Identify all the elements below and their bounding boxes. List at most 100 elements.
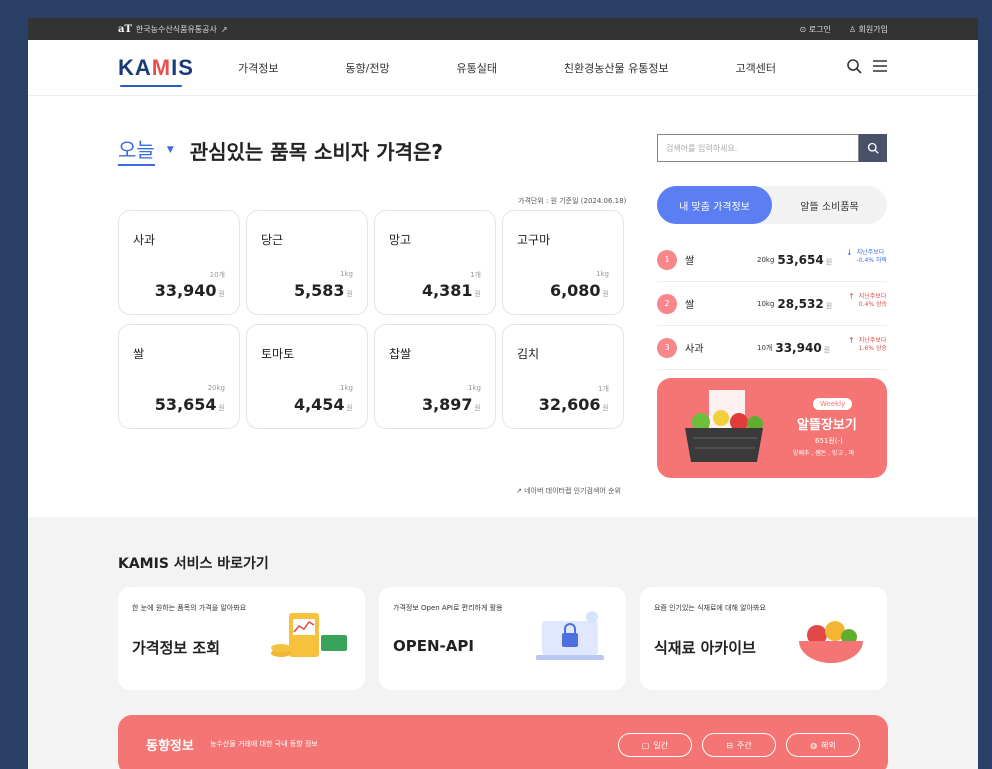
trend-daily-button[interactable]: ▢ 일간	[618, 733, 692, 757]
headline-text: 관심있는 품목 소비자 가격은?	[189, 139, 444, 164]
price-card[interactable]: 당근 1kg 5,583 원	[246, 210, 368, 315]
rank-item-name: 사과	[685, 344, 704, 355]
price-card[interactable]: 쌀 20kg 53,654 원	[118, 324, 240, 429]
service-card-openapi[interactable]: 가격정보 Open API로 편리하게 활용 OPEN-API	[379, 587, 626, 690]
currency-label: 원	[602, 290, 609, 298]
price-value: 32,606	[538, 395, 601, 414]
item-name: 고구마	[517, 233, 551, 247]
tab-my-price[interactable]: 내 맞춤 가격정보	[657, 186, 772, 224]
currency-label: 원	[346, 290, 353, 298]
menu-distribution[interactable]: 유통실태	[456, 60, 496, 76]
main-nav: KAMIS 가격정보 동향/전망 유통실태 친환경농산물 유통정보 고객센터	[28, 40, 978, 96]
globe-icon: ◍	[810, 740, 818, 750]
price-card[interactable]: 고구마 1kg 6,080 원	[502, 210, 624, 315]
trend-weekly-button[interactable]: ⊟ 주간	[702, 733, 776, 757]
service-name: 가격정보 조회	[132, 639, 221, 657]
price-change: ↑ 지난주보다 0.4% 상승	[848, 293, 887, 309]
rank-number: 3	[657, 337, 677, 358]
rank-item-name: 쌀	[685, 300, 695, 311]
naver-note-text: 네이버 데이터랩 인기검색어 순위	[524, 487, 621, 495]
rank-item[interactable]: 2 쌀 10kg 28,532 원 ↑ 지난주보다 0.4% 상승	[657, 282, 887, 326]
price-tabs: 내 맞춤 가격정보 알뜰 소비품목	[657, 186, 887, 224]
change-label: 지난주보다	[858, 293, 887, 300]
hamburger-menu-icon[interactable]	[872, 58, 888, 78]
item-name: 김치	[517, 347, 540, 361]
period-select[interactable]: 오늘	[118, 134, 155, 166]
weekly-shopping-banner[interactable]: Weekly 알뜰장보기 651원(-) 양배추 , 쌤돈 , 망고 , 파	[657, 378, 887, 478]
search-icon[interactable]	[846, 58, 862, 78]
price-value: 4,454	[293, 395, 345, 414]
search-input[interactable]: 검색어를 입력하세요.	[657, 134, 859, 162]
price-change: ↑ 지난주보다 1.6% 상승	[848, 337, 887, 353]
login-link[interactable]: ⊙ 로그인	[799, 24, 830, 35]
unit-note: 가격단위 : 원 기준일 (2024.06.18)	[518, 197, 627, 205]
rank-item-price: 33,940 원	[775, 341, 830, 355]
naver-datalab-note: ↗ 네이버 데이터랩 인기검색어 순위	[516, 486, 621, 496]
item-unit: 1개	[598, 385, 609, 393]
item-unit: 1개	[470, 271, 481, 279]
change-value: 1.6% 상승	[858, 345, 887, 352]
service-card-price[interactable]: 한 눈에 원하는 품목의 가격을 알아봐요 가격정보 조회	[118, 587, 365, 690]
item-unit: 1kg	[468, 384, 481, 392]
weekly-count: 651원(-)	[815, 437, 843, 445]
price-value: 5,583	[293, 281, 345, 300]
change-label: 지난주보다	[858, 337, 887, 344]
trend-daily-label: 일간	[653, 740, 669, 750]
main-menu: 가격정보 동향/전망 유통실태 친환경농산물 유통정보 고객센터	[238, 60, 846, 76]
item-price: 6,080 원	[550, 281, 609, 300]
price-value: 3,897	[421, 395, 473, 414]
price-value: 6,080	[549, 281, 601, 300]
trend-global-button[interactable]: ◍ 해외	[786, 733, 860, 757]
item-name: 당근	[261, 233, 284, 247]
price-card[interactable]: 김치 1개 32,606 원	[502, 324, 624, 429]
menu-trend[interactable]: 동향/전망	[345, 60, 389, 76]
logo-suffix: IS	[171, 54, 194, 80]
item-price: 4,454 원	[294, 395, 353, 414]
search-icon	[867, 142, 879, 154]
currency-label: 원	[825, 301, 833, 310]
price-card[interactable]: 찹쌀 1kg 3,897 원	[374, 324, 496, 429]
signup-label: 회원가입	[858, 24, 888, 34]
arrow-up-icon: ↑	[848, 336, 855, 345]
service-subtitle: 가격정보 Open API로 편리하게 활용	[393, 604, 503, 612]
price-card[interactable]: 망고 1개 4,381 원	[374, 210, 496, 315]
price-value: 28,532	[777, 296, 824, 311]
change-value: 0.4% 상승	[858, 301, 887, 308]
at-brand-link[interactable]: aT 한국농수산식품유통공사 ↗	[118, 24, 228, 35]
change-label: 지난주보다	[856, 249, 885, 256]
rank-item[interactable]: 3 사과 10개 33,940 원 ↑ 지난주보다 1.6% 상승	[657, 326, 887, 370]
trend-banner: 동향정보 농수산물 거래에 대한 국내 동향 정보 ▢ 일간 ⊟ 주간 ◍ 해외	[118, 715, 888, 769]
rank-number: 1	[657, 249, 677, 270]
item-unit: 1kg	[340, 270, 353, 278]
menu-support[interactable]: 고객센터	[735, 60, 775, 76]
search-button[interactable]	[859, 134, 887, 162]
item-unit: 1kg	[596, 270, 609, 278]
tab-saving-items[interactable]: 알뜰 소비품목	[772, 186, 887, 224]
price-card-grid: 사과 10개 33,940 원 당근 1kg 5,583 원 망고 1개 4,381 원 고구마 1…	[118, 210, 624, 429]
services-title: KAMIS 서비스 바로가기	[118, 556, 269, 572]
rank-item-name: 쌀	[685, 256, 695, 267]
chevron-down-icon[interactable]: ▼	[167, 145, 174, 155]
item-unit: 20kg	[207, 384, 225, 392]
price-card[interactable]: 토마토 1kg 4,454 원	[246, 324, 368, 429]
kamis-logo[interactable]: KAMIS	[118, 55, 193, 87]
signup-link[interactable]: ♙ 회원가입	[849, 24, 888, 35]
menu-price-info[interactable]: 가격정보	[238, 60, 278, 76]
rank-item[interactable]: 1 쌀 20kg 53,654 원 ↓ 지난주보다 -0.4% 하락	[657, 238, 887, 282]
rank-item-unit: 10개	[757, 343, 773, 352]
item-unit: 1kg	[340, 384, 353, 392]
rank-item-unit: 20kg	[757, 255, 775, 264]
currency-label: 원	[346, 404, 353, 412]
rank-number: 2	[657, 293, 677, 314]
trend-weekly-label: 주간	[736, 740, 752, 750]
service-card-archive[interactable]: 요즘 인기있는 식재료에 대해 알아봐요 식재료 아카이브	[640, 587, 887, 690]
item-price: 32,606 원	[539, 395, 609, 414]
browser-page: aT 한국농수산식품유통공사 ↗ ⊙ 로그인 ♙ 회원가입 KAMIS 가격정보…	[28, 18, 978, 769]
price-chart-illustration-icon	[271, 613, 347, 657]
search-bar: 검색어를 입력하세요.	[657, 134, 887, 162]
price-card[interactable]: 사과 10개 33,940 원	[118, 210, 240, 315]
menu-eco[interactable]: 친환경농산물 유통정보	[564, 60, 669, 76]
arrow-up-icon: ↑	[848, 292, 855, 301]
hero-section: 오늘 ▼ 관심있는 품목 소비자 가격은? 가격단위 : 원 기준일 (2024…	[28, 96, 978, 514]
item-price: 3,897 원	[422, 395, 481, 414]
